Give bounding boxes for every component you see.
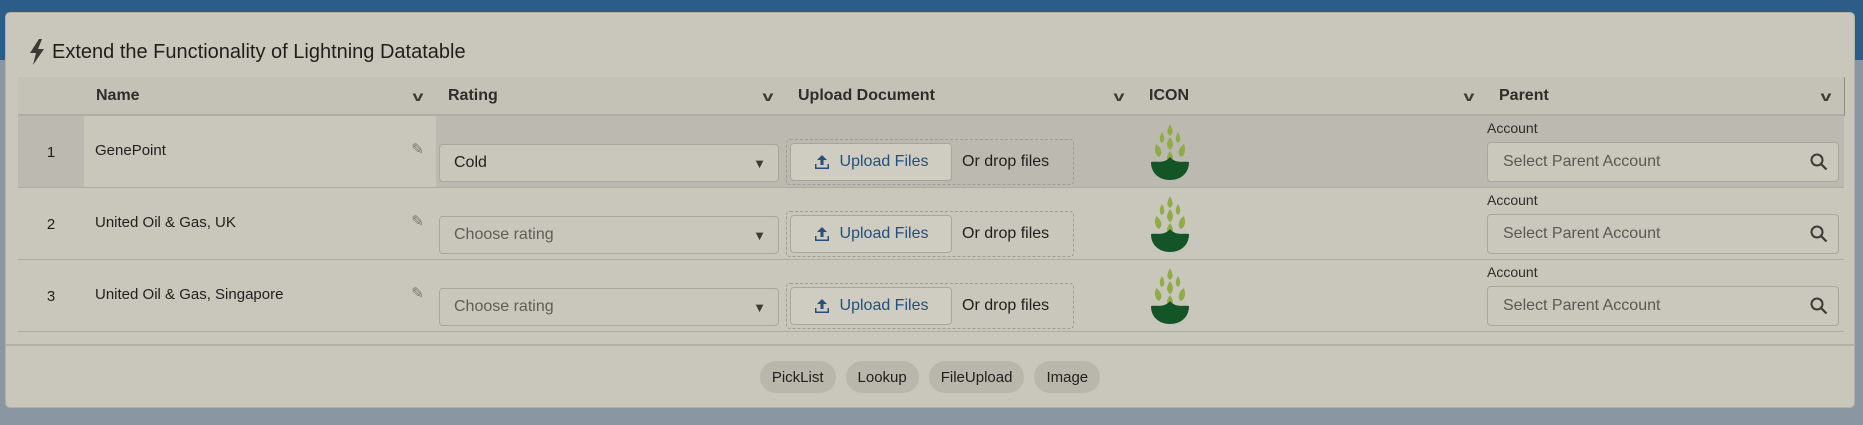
lookup-placeholder: Select Parent Account bbox=[1503, 297, 1661, 314]
file-drop-zone[interactable]: Upload Files Or drop files bbox=[786, 139, 1074, 185]
column-header-name[interactable]: Name v bbox=[84, 77, 436, 114]
footer-buttons: PickList Lookup FileUpload Image bbox=[6, 361, 1854, 393]
lookup-placeholder: Select Parent Account bbox=[1503, 225, 1661, 242]
plant-logo-icon bbox=[1151, 196, 1189, 252]
upload-icon bbox=[814, 155, 829, 169]
parent-lookup-label: Account bbox=[1487, 264, 1538, 280]
chevron-down-icon[interactable]: v bbox=[1821, 88, 1832, 104]
plant-logo-icon bbox=[1151, 268, 1189, 324]
account-name: United Oil & Gas, Singapore bbox=[95, 286, 284, 303]
dropdown-arrow-icon: ▼ bbox=[753, 227, 766, 243]
column-header-parent[interactable]: Parent v bbox=[1487, 77, 1844, 114]
datatable-card: Extend the Functionality of Lightning Da… bbox=[5, 12, 1855, 408]
dropdown-arrow-icon: ▼ bbox=[753, 155, 766, 171]
rating-cell: Choose rating ▼ bbox=[436, 188, 786, 259]
rating-value: Choose rating bbox=[454, 226, 554, 243]
lightning-icon bbox=[30, 39, 44, 65]
table-row: 3 United Oil & Gas, Singapore ✎ Choose ra… bbox=[18, 260, 1844, 332]
upload-cell: Upload Files Or drop files bbox=[786, 116, 1137, 187]
rating-select[interactable]: Cold ▼ bbox=[439, 144, 779, 182]
rating-value: Choose rating bbox=[454, 298, 554, 315]
name-cell[interactable]: United Oil & Gas, Singapore ✎ bbox=[84, 260, 436, 331]
table-row: 2 United Oil & Gas, UK ✎ Choose rating ▼ U… bbox=[18, 188, 1844, 260]
rating-value: Cold bbox=[454, 154, 487, 171]
upload-icon bbox=[814, 227, 829, 241]
parent-cell: Account Select Parent Account bbox=[1487, 188, 1844, 259]
file-drop-zone[interactable]: Upload Files Or drop files bbox=[786, 211, 1074, 257]
name-cell[interactable]: United Oil & Gas, UK ✎ bbox=[84, 188, 436, 259]
upload-label: Upload Files bbox=[839, 153, 929, 170]
header-label: Upload Document bbox=[798, 86, 935, 104]
parent-account-lookup[interactable]: Select Parent Account bbox=[1487, 286, 1839, 326]
icon-cell bbox=[1137, 260, 1487, 331]
lookup-button[interactable]: Lookup bbox=[845, 361, 919, 393]
rating-cell: Cold ▼ bbox=[436, 116, 786, 187]
search-icon bbox=[1810, 153, 1828, 171]
table-border bbox=[1844, 77, 1845, 116]
rating-select[interactable]: Choose rating ▼ bbox=[439, 288, 779, 326]
lookup-placeholder: Select Parent Account bbox=[1503, 153, 1661, 170]
upload-label: Upload Files bbox=[839, 297, 929, 314]
upload-icon bbox=[814, 299, 829, 313]
upload-files-button[interactable]: Upload Files bbox=[790, 215, 952, 253]
header-label: Rating bbox=[448, 86, 498, 104]
search-icon bbox=[1810, 297, 1828, 315]
upload-files-button[interactable]: Upload Files bbox=[790, 287, 952, 325]
column-header-icon[interactable]: ICON v bbox=[1137, 77, 1487, 114]
parent-account-lookup[interactable]: Select Parent Account bbox=[1487, 214, 1839, 254]
icon-cell bbox=[1137, 116, 1487, 187]
search-icon bbox=[1810, 225, 1828, 243]
name-cell[interactable]: GenePoint ✎ bbox=[84, 116, 436, 187]
chevron-down-icon[interactable]: v bbox=[1114, 88, 1125, 104]
table-header: Name v Rating v Upload Document v ICON v Par… bbox=[18, 77, 1844, 116]
parent-lookup-label: Account bbox=[1487, 192, 1538, 208]
footer-divider bbox=[6, 344, 1854, 346]
row-number: 3 bbox=[46, 288, 56, 305]
chevron-down-icon[interactable]: v bbox=[763, 88, 774, 104]
table-row: 1 GenePoint ✎ Cold ▼ Upload Files Or drop … bbox=[18, 116, 1844, 188]
header-label: ICON bbox=[1149, 86, 1189, 104]
fileupload-button[interactable]: FileUpload bbox=[928, 361, 1025, 393]
edit-pencil-icon[interactable]: ✎ bbox=[411, 284, 424, 302]
header-label: Parent bbox=[1499, 86, 1549, 104]
upload-cell: Upload Files Or drop files bbox=[786, 260, 1137, 331]
file-drop-zone[interactable]: Upload Files Or drop files bbox=[786, 283, 1074, 329]
icon-cell bbox=[1137, 188, 1487, 259]
header-label: Name bbox=[96, 86, 140, 104]
parent-lookup-label: Account bbox=[1487, 120, 1538, 136]
picklist-button[interactable]: PickList bbox=[759, 361, 836, 393]
account-name: GenePoint bbox=[95, 142, 166, 159]
dropdown-arrow-icon: ▼ bbox=[753, 299, 766, 315]
upload-files-button[interactable]: Upload Files bbox=[790, 143, 952, 181]
upload-cell: Upload Files Or drop files bbox=[786, 188, 1137, 259]
chevron-down-icon[interactable]: v bbox=[413, 88, 424, 104]
image-button[interactable]: Image bbox=[1034, 361, 1101, 393]
drop-files-text: Or drop files bbox=[962, 153, 1050, 170]
column-header-upload[interactable]: Upload Document v bbox=[786, 77, 1137, 114]
account-name: United Oil & Gas, UK bbox=[95, 214, 236, 231]
parent-cell: Account Select Parent Account bbox=[1487, 260, 1844, 331]
edit-pencil-icon[interactable]: ✎ bbox=[411, 212, 424, 230]
edit-pencil-icon[interactable]: ✎ bbox=[411, 140, 424, 158]
row-number-header bbox=[18, 77, 84, 114]
row-number: 2 bbox=[46, 216, 56, 233]
card-title-text: Extend the Functionality of Lightning Da… bbox=[52, 40, 466, 63]
drop-files-text: Or drop files bbox=[962, 297, 1050, 314]
rating-select[interactable]: Choose rating ▼ bbox=[439, 216, 779, 254]
column-header-rating[interactable]: Rating v bbox=[436, 77, 786, 114]
chevron-down-icon[interactable]: v bbox=[1464, 88, 1475, 104]
parent-cell: Account Select Parent Account bbox=[1487, 116, 1844, 187]
card-title: Extend the Functionality of Lightning Da… bbox=[28, 39, 466, 65]
parent-account-lookup[interactable]: Select Parent Account bbox=[1487, 142, 1839, 182]
row-number: 1 bbox=[46, 144, 56, 161]
upload-label: Upload Files bbox=[839, 225, 929, 242]
drop-files-text: Or drop files bbox=[962, 225, 1050, 242]
rating-cell: Choose rating ▼ bbox=[436, 260, 786, 331]
plant-logo-icon bbox=[1151, 124, 1189, 180]
